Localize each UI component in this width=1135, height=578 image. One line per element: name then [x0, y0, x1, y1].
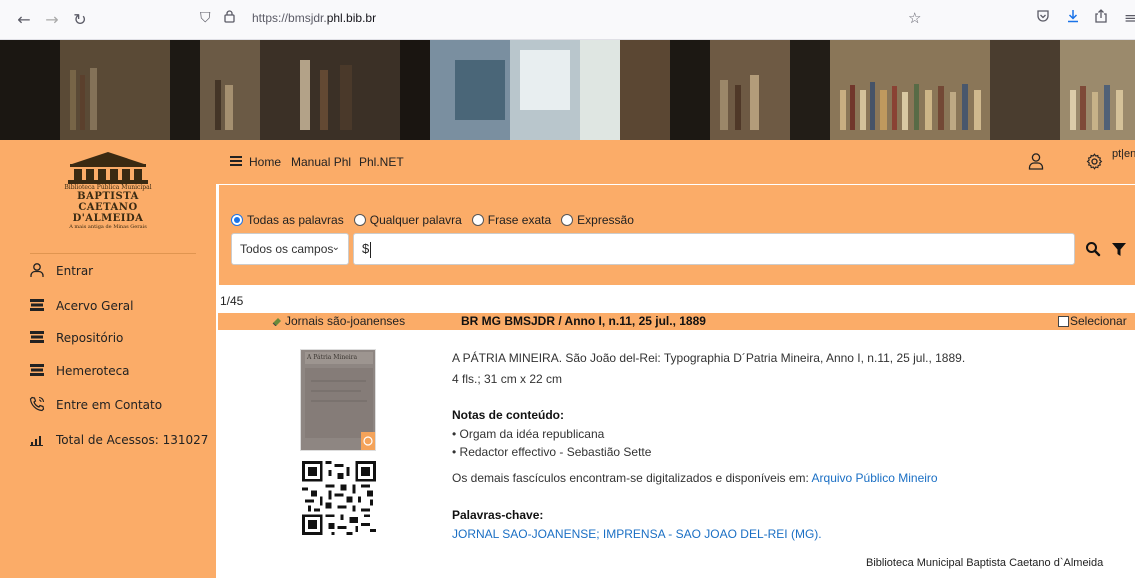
result-physical-description: 4 fls.; 31 cm x 22 cm — [452, 372, 563, 386]
sidebar-item-label: Hemeroteca — [56, 364, 130, 378]
lock-icon — [224, 10, 235, 27]
result-header-bar: Jornais são-joanenses BR MG BMSJDR / Ann… — [218, 313, 1135, 330]
arquivo-publico-link[interactable]: Arquivo Público Mineiro — [812, 471, 938, 485]
reload-icon[interactable]: ↻ — [68, 8, 92, 32]
radio-todas-palavras[interactable] — [231, 214, 243, 226]
search-panel: Todas as palavras Qualquer palavra Frase… — [218, 184, 1135, 285]
radio-label[interactable]: Expressão — [577, 213, 634, 227]
select-checkbox[interactable]: Selecionar — [1058, 314, 1127, 328]
sidebar-item-total-acessos: Total de Acessos: 131027 — [28, 429, 208, 451]
search-query-text: $ — [362, 241, 370, 256]
keywords-heading: Palavras-chave: — [452, 508, 544, 522]
result-description: A PÁTRIA MINEIRA. São João del-Rei: Typo… — [452, 351, 966, 365]
menu-icon[interactable]: ≡ — [1124, 9, 1135, 27]
bar-chart-icon — [28, 431, 46, 449]
logo-line-2: BAPTISTA CAETANO D'ALMEIDA — [72, 191, 144, 224]
sidebar-item-label: Repositório — [56, 331, 124, 345]
result-collection-label: Jornais são-joanenses — [285, 314, 406, 328]
phone-icon — [28, 396, 46, 414]
shield-icon: ⛉ — [200, 10, 211, 26]
sidebar-divider — [30, 253, 196, 254]
browser-toolbar: ← → ↻ ⛉ https://bmsjdr.phl.bib.br ☆ ≡ — [0, 0, 1135, 40]
download-icon[interactable] — [1066, 9, 1080, 27]
bookmark-star-icon[interactable]: ☆ — [908, 9, 921, 27]
radio-frase-exata[interactable] — [471, 214, 484, 226]
checkbox[interactable] — [1058, 315, 1069, 327]
radio-label[interactable]: Todas as palavras — [247, 213, 344, 227]
back-icon[interactable]: ← — [12, 8, 36, 32]
sidebar-item-contato[interactable]: Entre em Contato — [28, 394, 162, 416]
logo-text: Biblioteca Pública Municipal BAPTISTA CA… — [48, 184, 168, 230]
note-item: • Redactor effectivo - Sebastião Sette — [452, 445, 652, 459]
user-icon — [28, 262, 46, 280]
menu-manual-link[interactable]: Manual Phl — [291, 155, 351, 169]
sidebar-item-repositorio[interactable]: Repositório — [28, 327, 123, 349]
language-switch[interactable]: pt|en — [1112, 148, 1135, 160]
gear-icon[interactable] — [1086, 153, 1103, 170]
sidebar-item-label: Entre em Contato — [56, 398, 163, 412]
thumbnail-caption: A Pátria Mineira — [307, 354, 358, 361]
footer-text: Biblioteca Municipal Baptista Caetano d`… — [866, 557, 1104, 569]
search-field-select[interactable]: Todos os campos ⌄ — [231, 233, 349, 265]
select-label: Selecionar — [1070, 314, 1127, 328]
address-bar[interactable]: ⛉ https://bmsjdr.phl.bib.br — [200, 6, 940, 34]
radio-qualquer-palavra[interactable] — [353, 214, 366, 226]
user-icon[interactable] — [1028, 152, 1044, 170]
search-mode-options: Todas as palavras Qualquer palavra Frase… — [231, 213, 644, 227]
text-caret — [370, 241, 372, 258]
forward-icon[interactable]: → — [40, 8, 64, 32]
extra-info: Os demais fascículos encontram-se digita… — [452, 471, 938, 485]
sidebar-item-hemeroteca[interactable]: Hemeroteca — [28, 360, 130, 382]
filter-icon[interactable] — [1111, 241, 1127, 257]
chevron-down-icon: ⌄ — [331, 242, 340, 253]
url-text: https://bmsjdr.phl.bib.br — [252, 11, 377, 25]
radio-expressao[interactable] — [561, 214, 574, 226]
book-icon — [272, 318, 281, 326]
library-banner-image — [0, 40, 1135, 140]
result-title[interactable]: BR MG BMSJDR / Anno I, n.11, 25 jul., 18… — [461, 314, 706, 328]
logo-line-3: A mais antiga de Minas Gerais — [69, 224, 147, 230]
sidebar-item-label: Entrar — [56, 264, 94, 278]
books-icon — [28, 362, 46, 380]
note-item: • Orgam da idéa republicana — [452, 427, 605, 441]
hamburger-menu-icon[interactable] — [230, 156, 242, 166]
radio-label[interactable]: Frase exata — [488, 213, 551, 227]
sidebar: Biblioteca Pública Municipal BAPTISTA CA… — [0, 140, 216, 578]
logo-line-1: Biblioteca Pública Municipal — [64, 184, 152, 191]
menu-home-link[interactable]: Home — [249, 155, 281, 169]
document-thumbnail[interactable]: A Pátria Mineira — [300, 349, 376, 451]
sidebar-item-login[interactable]: Entrar — [28, 260, 93, 282]
top-menu-bar: Home Manual Phl Phl.NET pt|en — [216, 140, 1135, 184]
radio-label[interactable]: Qualquer palavra — [370, 213, 462, 227]
search-icon[interactable] — [1085, 241, 1101, 257]
keywords-link[interactable]: JORNAL SAO-JOANENSE; IMPRENSA - SAO JOAO… — [452, 527, 822, 541]
share-icon[interactable] — [1094, 9, 1108, 27]
result-collection[interactable]: Jornais são-joanenses — [272, 314, 405, 328]
sidebar-item-label: Acervo Geral — [56, 299, 134, 313]
qr-code-image — [302, 461, 376, 535]
menu-phlnet-link[interactable]: Phl.NET — [359, 155, 404, 169]
sidebar-item-acervo-geral[interactable]: Acervo Geral — [28, 295, 133, 317]
books-icon — [28, 329, 46, 347]
books-icon — [28, 297, 46, 315]
search-field-value: Todos os campos — [240, 242, 334, 256]
sidebar-item-label: Total de Acessos: 131027 — [56, 433, 209, 447]
notes-heading: Notas de conteúdo: — [452, 408, 565, 422]
result-count: 1/45 — [220, 294, 244, 308]
search-input[interactable]: $ — [353, 233, 1075, 265]
extra-info-text: Os demais fascículos encontram-se digita… — [452, 471, 812, 485]
pocket-icon[interactable] — [1036, 9, 1050, 27]
